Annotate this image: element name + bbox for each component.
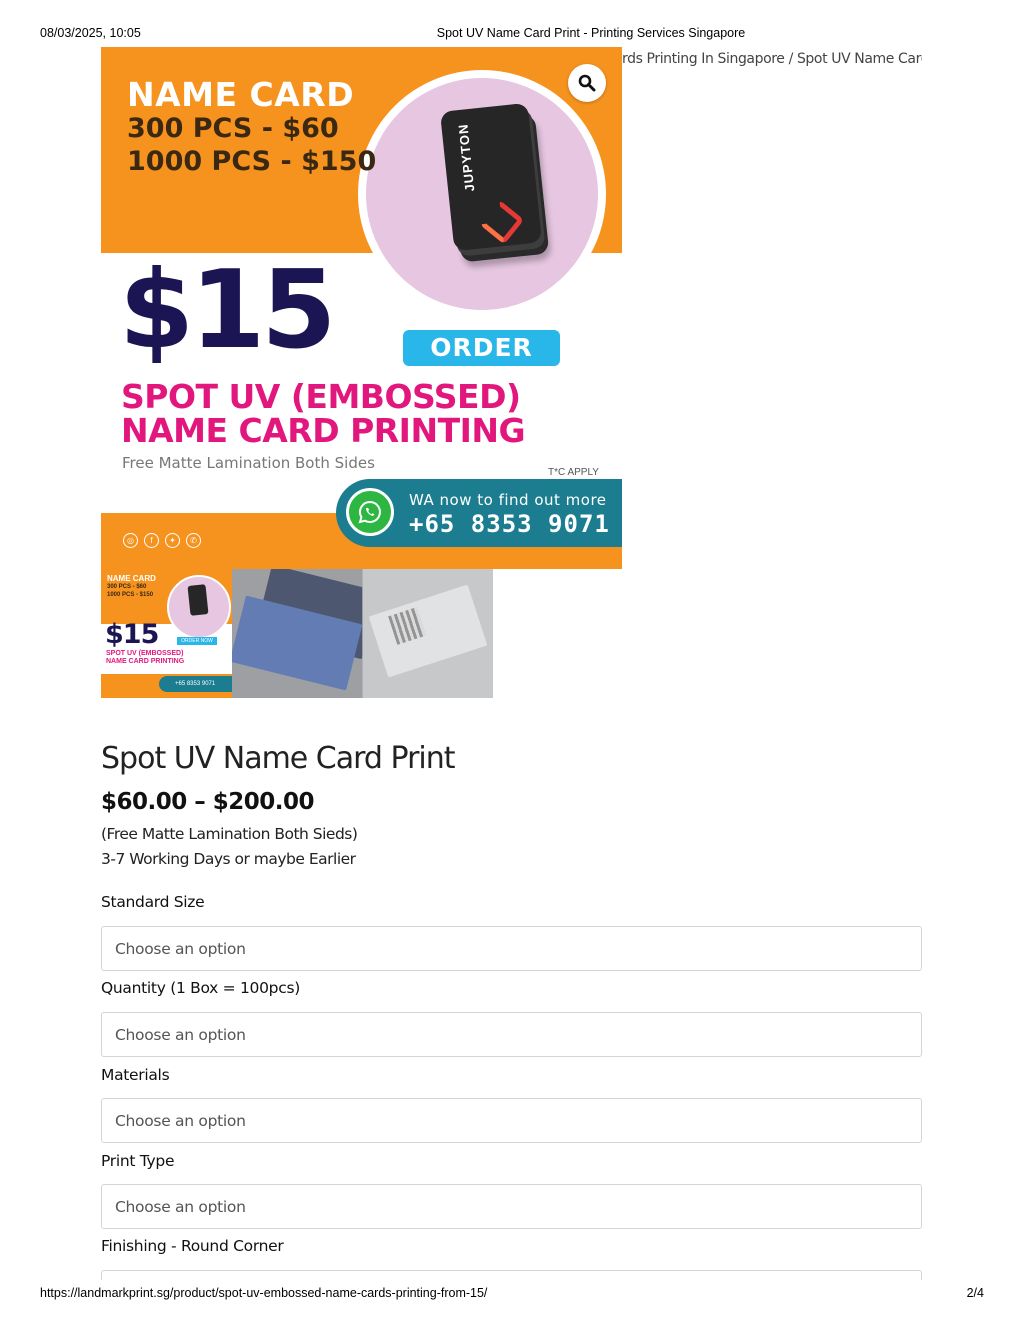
thumb-line-2: 1000 PCS - $150 [107, 592, 154, 598]
whatsapp-text: WA now to find out more [409, 491, 607, 509]
whatsapp-banner: WA now to find out more +65 8353 9071 [336, 479, 622, 547]
whatsapp-phone: +65 8353 9071 [409, 510, 610, 538]
product-note-turnaround: 3-7 Working Days or maybe Earlier [101, 850, 356, 868]
thumb-spot-1: SPOT UV (EMBOSSED) [106, 650, 184, 657]
magnifier-icon [578, 74, 596, 92]
materials-select[interactable]: Choose an option [101, 1098, 922, 1143]
card-logo-icon [479, 199, 525, 245]
print-type-select[interactable]: Choose an option [101, 1184, 922, 1229]
print-page-title: Spot UV Name Card Print - Printing Servi… [436, 26, 746, 40]
print-page-number: 2/4 [966, 1286, 984, 1300]
finishing-select[interactable] [101, 1270, 922, 1280]
whatsapp-small-icon: ✆ [186, 533, 201, 548]
thumb-price: $15 [105, 619, 159, 650]
quantity-label: Quantity (1 Box = 100pcs) [101, 979, 300, 997]
banner-tc: T*C APPLY [548, 467, 599, 478]
standard-size-select[interactable]: Choose an option [101, 926, 922, 971]
thumb-title: NAME CARD [107, 574, 156, 583]
thumb-card [187, 584, 209, 616]
thumbnail-3[interactable] [362, 569, 493, 698]
standard-size-label: Standard Size [101, 893, 205, 911]
whatsapp-icon [346, 488, 394, 536]
standard-size-placeholder: Choose an option [115, 940, 246, 958]
breadcrumb-text[interactable]: rds Printing In Singapore / Spot UV Name… [622, 51, 922, 67]
product-title: Spot UV Name Card Print [101, 741, 456, 776]
banner-price-line-1: 300 PCS - $60 [127, 113, 339, 144]
banner-free-lamination: Free Matte Lamination Both Sides [122, 454, 375, 472]
banner-big-price: $15 [119, 248, 336, 373]
thumb-spot-2: NAME CARD PRINTING [106, 658, 185, 665]
thumbnail-2[interactable] [232, 569, 363, 698]
materials-placeholder: Choose an option [115, 1112, 246, 1130]
materials-label: Materials [101, 1066, 170, 1084]
thumb3-card [368, 584, 488, 678]
facebook-icon: f [144, 533, 159, 548]
thumb-order: ORDER NOW [177, 637, 217, 645]
thumb-line-1: 300 PCS - $60 [107, 584, 147, 590]
product-main-image[interactable]: JUPYTON NAME CARD 300 PCS - $60 1000 PCS… [101, 47, 622, 569]
product-price: $60.00 – $200.00 [101, 789, 315, 815]
card-brand-text: JUPYTON [455, 122, 478, 193]
name-card-stack-image: JUPYTON [439, 102, 543, 252]
finishing-label: Finishing - Round Corner [101, 1237, 284, 1255]
quantity-placeholder: Choose an option [115, 1026, 246, 1044]
banner-title: NAME CARD [127, 75, 355, 114]
print-type-label: Print Type [101, 1152, 175, 1170]
print-footer: https://landmarkprint.sg/product/spot-uv… [0, 1286, 1024, 1302]
breadcrumb[interactable]: rds Printing In Singapore / Spot UV Name… [622, 51, 922, 67]
banner-spot-line-2: NAME CARD PRINTING [121, 411, 526, 450]
banner-order-now: ORDER NOW [403, 330, 560, 398]
zoom-button[interactable] [568, 64, 606, 102]
print-url: https://landmarkprint.sg/product/spot-uv… [40, 1286, 488, 1300]
instagram-icon: ◎ [123, 533, 138, 548]
print-header: 08/03/2025, 10:05 Spot UV Name Card Prin… [0, 26, 1024, 42]
thumbnail-1[interactable]: NAME CARD 300 PCS - $60 1000 PCS - $150 … [101, 569, 232, 698]
thumb-whatsapp: +65 8353 9071 [159, 676, 232, 692]
print-type-placeholder: Choose an option [115, 1198, 246, 1216]
twitter-icon: ✦ [165, 533, 180, 548]
quantity-select[interactable]: Choose an option [101, 1012, 922, 1057]
product-note-lamination: (Free Matte Lamination Both Sieds) [101, 825, 358, 843]
banner-price-line-2: 1000 PCS - $150 [127, 146, 377, 177]
social-icons: ◎ f ✦ ✆ [123, 530, 207, 548]
